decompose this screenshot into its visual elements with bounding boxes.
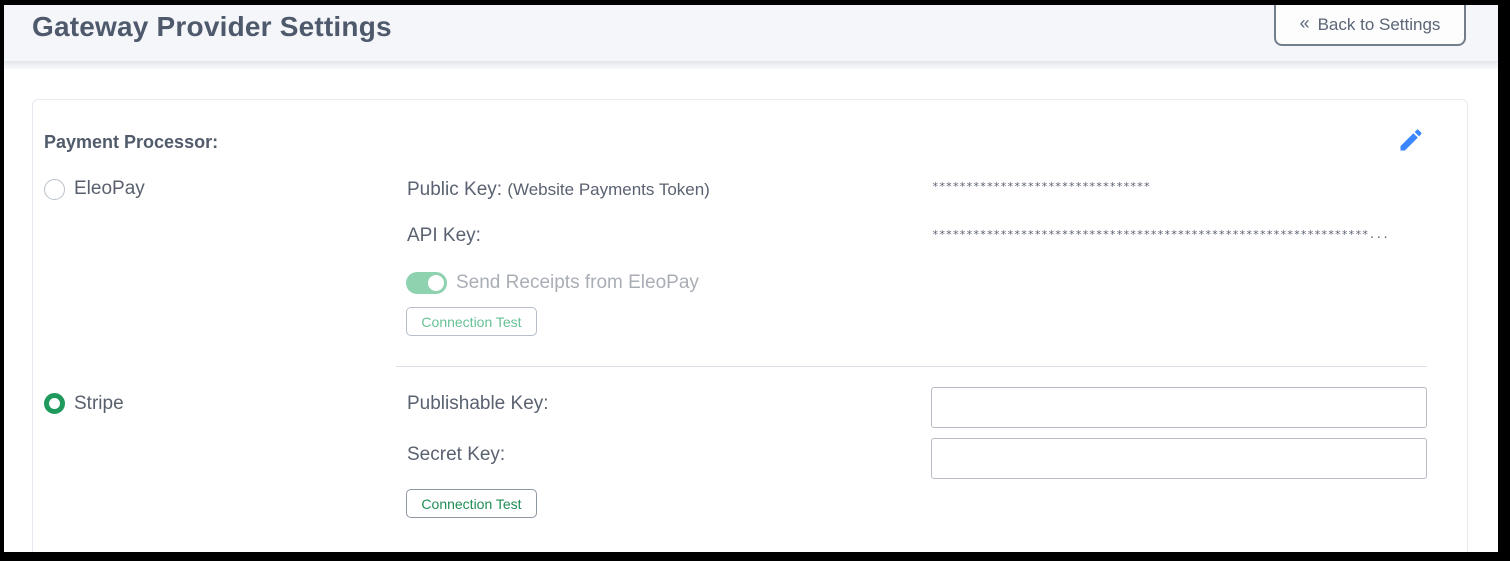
secret-key-label: Secret Key: [407,444,506,465]
public-key-label: Public Key: (Website Payments Token) [407,179,710,201]
secret-key-input[interactable] [931,438,1427,479]
payment-processor-heading: Payment Processor: [44,132,219,152]
back-to-settings-label: Back to Settings [1317,14,1441,34]
public-key-value: ******************************** [932,180,1151,193]
api-key-label: API Key: [407,225,481,246]
publishable-key-input[interactable] [931,387,1427,428]
page-title: Gateway Provider Settings [32,11,392,42]
send-receipts-label: Send Receipts from EleoPay [456,272,699,293]
back-to-settings-button[interactable]: « Back to Settings [1274,5,1466,46]
send-receipts-toggle[interactable] [406,272,447,294]
stripe-connection-test-button[interactable]: Connection Test [406,489,537,518]
public-key-label-text: Public Key: [407,179,503,200]
toggle-knob [428,275,444,291]
main-content: Payment Processor: EleoPay Public Key: (… [4,69,1498,552]
stripe-label: Stripe [74,393,124,414]
eleopay-radio[interactable] [44,179,65,200]
app-frame: Gateway Provider Settings « Back to Sett… [4,5,1498,552]
eleopay-label: EleoPay [74,178,145,199]
payment-processor-card: Payment Processor: EleoPay Public Key: (… [32,99,1468,552]
pencil-icon[interactable] [1397,126,1425,154]
publishable-key-label: Publishable Key: [407,393,549,414]
public-key-sublabel: (Website Payments Token) [507,180,710,199]
double-chevron-left-icon: « [1299,13,1310,33]
eleopay-connection-test-button[interactable]: Connection Test [406,307,537,336]
api-key-value: ****************************************… [932,228,1390,241]
divider [396,366,1427,367]
stripe-radio[interactable] [44,393,65,414]
page-header: Gateway Provider Settings « Back to Sett… [4,5,1498,62]
